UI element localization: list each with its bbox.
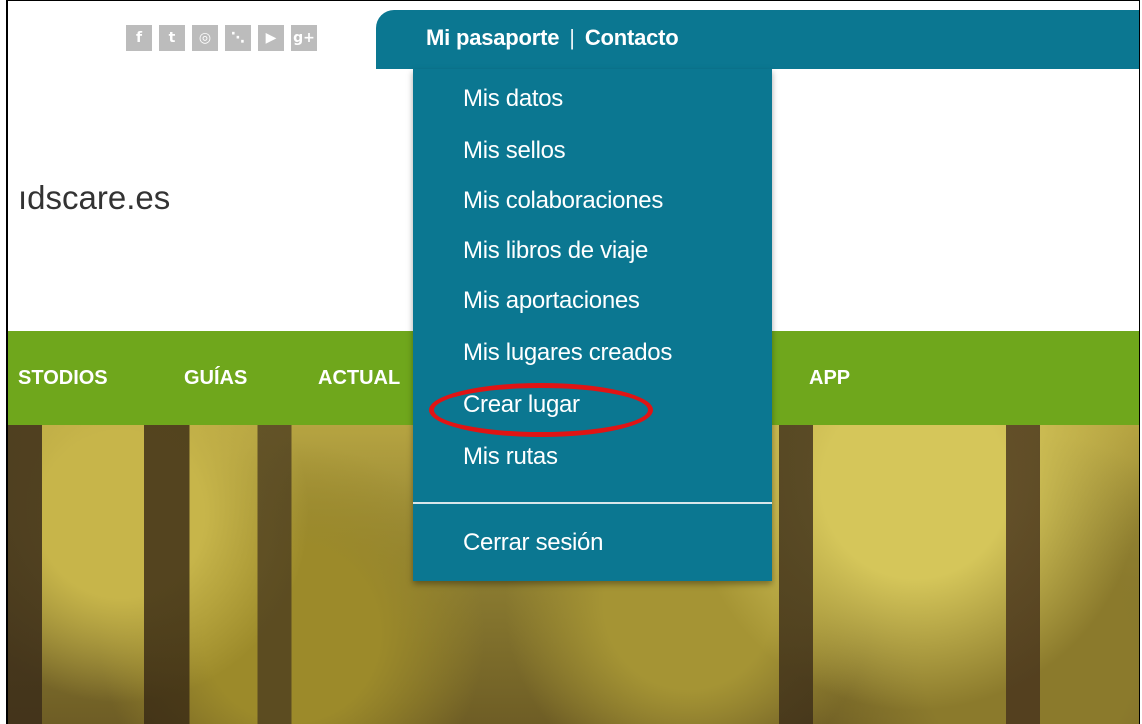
nav-item-app[interactable]: APP [809, 367, 850, 390]
contact-link[interactable]: Contacto [585, 25, 679, 51]
social-icons: f t ◎ ⋱ ▶ g+ [126, 25, 317, 51]
facebook-icon[interactable]: f [126, 25, 152, 51]
link-separator: | [569, 25, 575, 50]
red-highlight-circle [429, 383, 653, 437]
menu-item-cerrar-sesion[interactable]: Cerrar sesión [463, 529, 603, 557]
my-passport-link[interactable]: Mi pasaporte [426, 25, 559, 51]
nav-item-actualidad[interactable]: ACTUAL [318, 367, 400, 390]
top-links: Mi pasaporte | Contacto [426, 25, 679, 51]
menu-item-mis-libros-de-viaje[interactable]: Mis libros de viaje [463, 237, 648, 265]
menu-divider [413, 502, 772, 504]
site-name: ıdscare.es [18, 179, 171, 216]
menu-item-mis-colaboraciones[interactable]: Mis colaboraciones [463, 187, 663, 215]
menu-item-mis-sellos[interactable]: Mis sellos [463, 137, 566, 165]
menu-item-mis-rutas[interactable]: Mis rutas [463, 443, 558, 471]
google-plus-icon[interactable]: g+ [291, 25, 317, 51]
menu-item-mis-aportaciones[interactable]: Mis aportaciones [463, 287, 640, 315]
browser-viewport: f t ◎ ⋱ ▶ g+ Mi pasaporte | Contacto ıds… [6, 0, 1140, 724]
nav-item-estudios[interactable]: STODIOS [18, 367, 108, 390]
twitter-icon[interactable]: t [159, 25, 185, 51]
instagram-icon[interactable]: ◎ [192, 25, 218, 51]
passport-dropdown-menu: Mis datos Mis sellos Mis colaboraciones … [413, 69, 772, 581]
menu-item-mis-datos[interactable]: Mis datos [463, 85, 563, 113]
youtube-icon[interactable]: ▶ [258, 25, 284, 51]
rss-icon[interactable]: ⋱ [225, 25, 251, 51]
menu-item-mis-lugares-creados[interactable]: Mis lugares creados [463, 339, 672, 367]
nav-item-guias[interactable]: GUÍAS [184, 367, 247, 390]
